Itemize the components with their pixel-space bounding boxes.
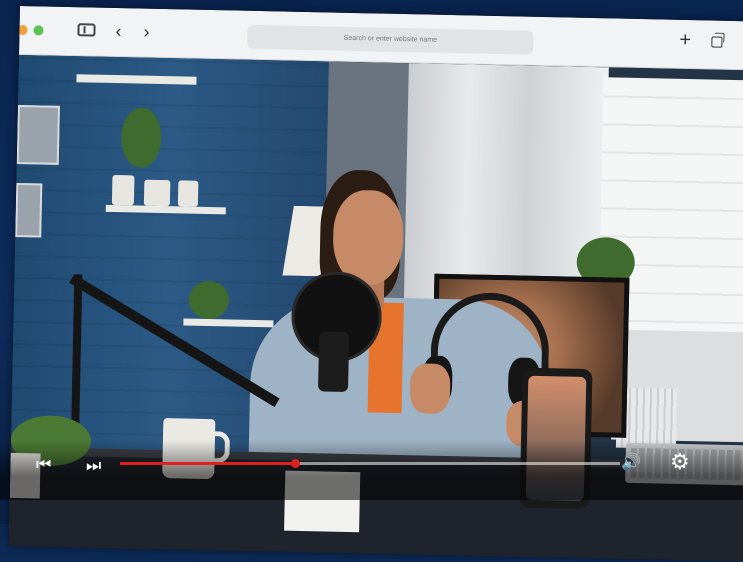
volume-icon[interactable]: 🔊 (621, 452, 641, 472)
skip-next-icon[interactable]: ⏭ (86, 456, 101, 476)
plus-icon[interactable]: + (679, 29, 691, 51)
hand (409, 363, 451, 415)
pot (143, 179, 171, 207)
wall-frame (15, 182, 43, 238)
address-bar[interactable]: Search or enter website name (247, 24, 534, 55)
zoom-dot[interactable] (33, 25, 44, 36)
microphone (317, 331, 350, 392)
wall-frame (16, 104, 60, 165)
vase (111, 174, 135, 206)
chevron-left-icon[interactable]: ‹ (115, 20, 121, 42)
skip-previous-icon[interactable]: ⏮ (36, 455, 51, 475)
progress-handle[interactable] (291, 459, 300, 468)
tabs-icon[interactable] (711, 36, 723, 48)
minimize-dot[interactable] (17, 24, 28, 36)
progress-bar[interactable] (120, 459, 620, 468)
gear-icon[interactable]: ⚙ (670, 449, 690, 475)
vase (177, 180, 199, 207)
progress-fill (120, 462, 295, 465)
chevron-right-icon[interactable]: › (143, 21, 149, 43)
sidebar-icon[interactable] (77, 23, 96, 37)
